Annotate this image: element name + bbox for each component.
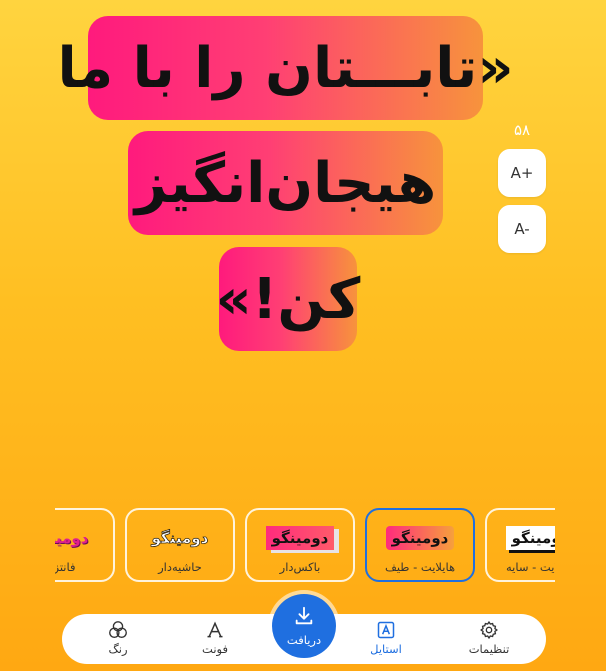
style-card-outline[interactable]: دومینگو حاشیه‌دار <box>125 508 235 582</box>
style-card-fancy[interactable]: دومینگو فانتزی <box>55 508 115 582</box>
style-preview: دومینگو <box>385 526 455 550</box>
nav-style[interactable]: استایل <box>351 619 421 663</box>
style-carousel[interactable]: دومینگو فانتزی دومینگو حاشیه‌دار دومینگو… <box>55 508 555 582</box>
nav-color[interactable]: رنگ <box>83 619 153 663</box>
style-label: حاشیه‌دار <box>158 560 202 574</box>
style-card-highlight-shadow[interactable]: دومینگو هایلایت - سایه <box>485 508 555 582</box>
nav-font-label: فونت <box>202 642 228 656</box>
nav-settings[interactable]: تنظیمات <box>454 619 524 663</box>
download-icon <box>293 605 315 631</box>
nav-font[interactable]: فونت <box>180 619 250 663</box>
style-preview: دومینگو <box>505 526 555 550</box>
style-card-boxed[interactable]: دومینگو باکس‌دار <box>245 508 355 582</box>
style-label: باکس‌دار <box>279 560 321 574</box>
style-label: فانتزی <box>55 560 76 574</box>
style-card-highlight-gradient[interactable]: دومینگو هایلایت - طیف <box>365 508 475 582</box>
headline-line-3[interactable]: کن!» <box>216 247 361 351</box>
nav-settings-label: تنظیمات <box>468 642 510 656</box>
font-icon <box>205 619 225 641</box>
nav-style-label: استایل <box>370 642 402 656</box>
headline-line-1[interactable]: «تابـــتان را با ما <box>57 16 515 120</box>
text-style-icon <box>376 619 396 641</box>
headline-line-2[interactable]: هیجان‌انگیز <box>128 131 443 235</box>
nav-color-label: رنگ <box>108 642 128 656</box>
gear-icon <box>479 619 499 641</box>
style-label: هایلایت - طیف <box>384 560 456 574</box>
download-button[interactable]: دریافت <box>272 594 336 658</box>
font-size-value: ۵۸ <box>513 121 531 139</box>
style-preview: دومینگو <box>265 526 335 550</box>
increase-font-size-button[interactable]: A+ <box>498 149 546 197</box>
style-preview: دومینگو <box>151 529 209 548</box>
style-preview: دومینگو <box>55 529 89 547</box>
decrease-font-size-button[interactable]: A- <box>498 205 546 253</box>
style-label: هایلایت - سایه <box>505 560 555 574</box>
download-label: دریافت <box>286 633 322 647</box>
color-circles-icon <box>107 619 129 641</box>
